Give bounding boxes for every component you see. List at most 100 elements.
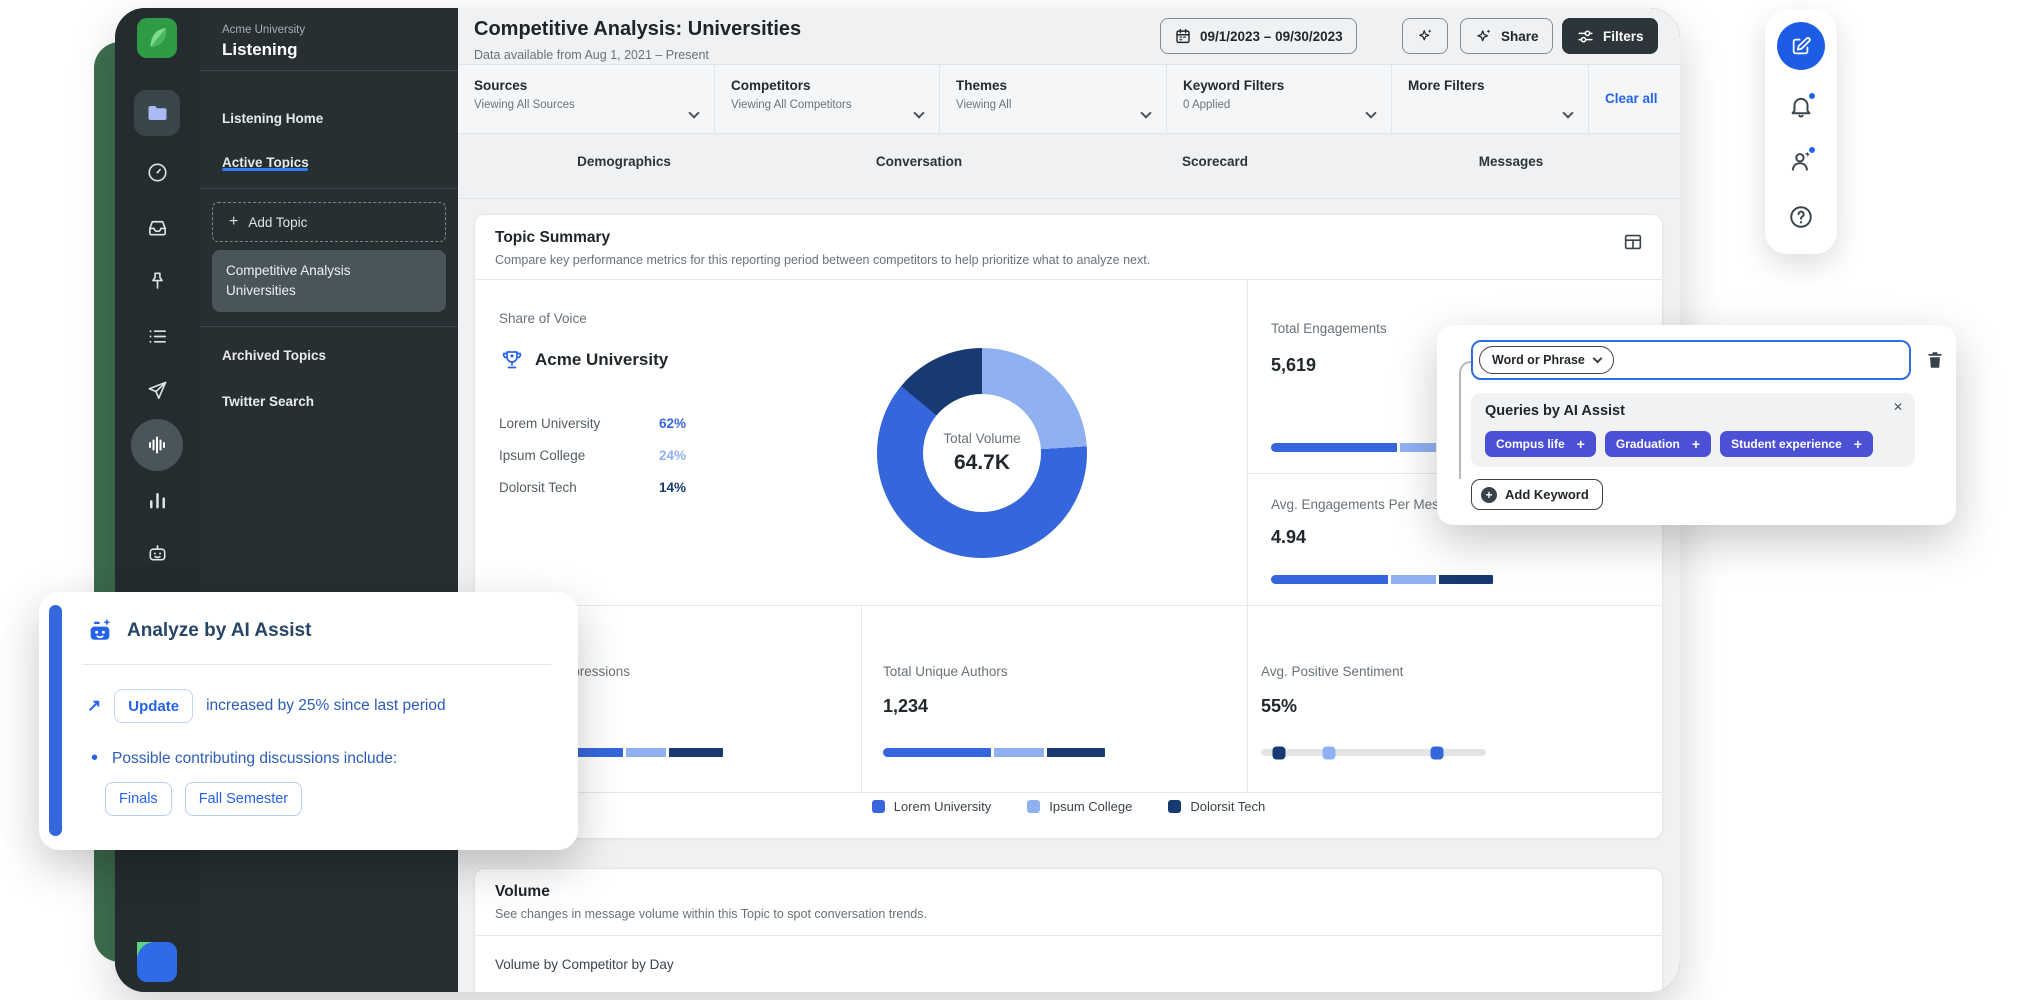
query-type-dropdown[interactable]: Word or Phrase — [1479, 346, 1614, 374]
compose-button[interactable] — [1777, 22, 1825, 70]
clear-all-button[interactable]: Clear all — [1605, 91, 1658, 106]
query-type-label: Word or Phrase — [1492, 353, 1585, 367]
help-button[interactable] — [1788, 204, 1814, 230]
share-button[interactable]: Share — [1460, 18, 1553, 54]
discussion-chip-finals[interactable]: Finals — [105, 782, 172, 816]
share-of-voice-label: Share of Voice — [499, 311, 587, 326]
legend-swatch — [1168, 800, 1181, 813]
legend-label: Lorem University — [894, 799, 992, 814]
accent-bar — [49, 605, 62, 836]
insight-row: ↗ Update increased by 25% since last per… — [87, 689, 446, 723]
keyword-query-input[interactable]: Word or Phrase — [1471, 340, 1911, 380]
filter-competitors[interactable]: Competitors Viewing All Competitors — [715, 65, 940, 133]
filter-keyword-filters[interactable]: Keyword Filters 0 Applied — [1167, 65, 1392, 133]
query-chip-student-experience[interactable]: Student experience + — [1720, 431, 1873, 457]
rail-inbox-button[interactable] — [134, 204, 180, 250]
rail-dashboard-button[interactable] — [134, 149, 180, 195]
filter-label: Themes — [956, 78, 1150, 93]
filter-themes[interactable]: Themes Viewing All — [940, 65, 1167, 133]
filter-sublabel: Viewing All Sources — [474, 99, 698, 111]
sidebar-item-listening-home[interactable]: Listening Home — [222, 111, 323, 126]
filters-button[interactable]: Filters — [1562, 18, 1658, 54]
table-icon — [1622, 231, 1644, 253]
trash-icon — [1924, 349, 1946, 371]
query-chip-graduation[interactable]: Graduation + — [1605, 431, 1711, 457]
add-topic-label: Add Topic — [248, 215, 307, 230]
card-title: Volume — [495, 883, 550, 901]
sentiment-slider[interactable] — [1261, 749, 1486, 756]
ai-assist-button[interactable] — [1402, 18, 1448, 54]
sidebar-item-competitive-analysis[interactable]: Competitive Analysis Universities — [212, 250, 446, 312]
topic-summary-card: Topic Summary Compare key performance me… — [474, 214, 1663, 839]
legend-label: Dolorsit Tech — [1190, 799, 1265, 814]
chip-label: Graduation — [1616, 437, 1680, 451]
tab-conversation[interactable]: Conversation — [876, 154, 962, 169]
table-view-button[interactable] — [1622, 231, 1644, 256]
rail-pin-button[interactable] — [134, 258, 180, 304]
bar-segment — [1047, 748, 1106, 757]
competitor-name: Lorem University — [499, 416, 659, 431]
rail-listening-button[interactable] — [131, 419, 183, 471]
share-of-voice-winner: Acme University — [499, 347, 668, 373]
divider — [475, 279, 1662, 280]
plus-icon: + — [229, 213, 238, 231]
rail-topics-button[interactable] — [134, 90, 180, 136]
sidebar-item-archived-topics[interactable]: Archived Topics — [222, 348, 326, 363]
list-icon — [146, 325, 169, 348]
tab-scorecard[interactable]: Scorecard — [1182, 154, 1248, 169]
rail-reports-button[interactable] — [134, 477, 180, 523]
rail-automation-button[interactable] — [134, 530, 180, 576]
filter-label: Sources — [474, 78, 698, 93]
delete-query-button[interactable] — [1924, 349, 1946, 374]
analyze-title: Analyze by AI Assist — [127, 620, 311, 642]
divider — [1247, 605, 1248, 792]
rail-list-button[interactable] — [134, 313, 180, 359]
filter-label: Competitors — [731, 78, 923, 93]
date-range-button[interactable]: 09/1/2023 – 09/30/2023 — [1160, 18, 1357, 54]
add-topic-button[interactable]: + Add Topic — [212, 202, 446, 242]
add-keyword-button[interactable]: + Add Keyword — [1471, 479, 1603, 510]
bar-segment — [669, 748, 723, 757]
plus-circle-icon: + — [1481, 487, 1497, 503]
notifications-button[interactable] — [1788, 94, 1814, 120]
divider — [1247, 279, 1248, 605]
competitor-share: 14% — [659, 480, 686, 495]
card-title: Topic Summary — [495, 229, 610, 247]
legend-item: Ipsum College — [1027, 799, 1132, 814]
filter-more-filters[interactable]: More Filters — [1392, 65, 1589, 133]
query-chip-campus-life[interactable]: Compus life + — [1485, 431, 1596, 457]
divider — [475, 605, 1662, 606]
chip-label: Student experience — [1731, 437, 1842, 451]
slider-marker[interactable] — [1273, 746, 1286, 759]
legend-swatch — [872, 800, 885, 813]
metric-label: Avg. Positive Sentiment — [1261, 664, 1403, 679]
ai-assist-icon — [85, 616, 115, 646]
discussion-chip-fall-semester[interactable]: Fall Semester — [185, 782, 302, 816]
tab-demographics[interactable]: Demographics — [577, 154, 671, 169]
notification-dot — [1807, 91, 1817, 101]
card-subtitle: Compare key performance metrics for this… — [495, 253, 1150, 267]
close-icon[interactable]: ✕ — [1893, 400, 1903, 414]
update-button[interactable]: Update — [114, 689, 193, 723]
chip-label: Compus life — [1496, 437, 1565, 451]
bar-segment — [1391, 575, 1436, 584]
competitor-name: Dolorsit Tech — [499, 480, 659, 495]
ai-queries-title: Queries by AI Assist — [1485, 403, 1625, 419]
product-name: Listening — [222, 40, 298, 60]
metric-label: Total Unique Authors — [883, 664, 1008, 679]
tab-messages[interactable]: Messages — [1479, 154, 1544, 169]
bar-segment — [994, 748, 1044, 757]
rail-publishing-button[interactable] — [134, 367, 180, 413]
slider-marker[interactable] — [1322, 746, 1335, 759]
feedback-button[interactable] — [1788, 148, 1814, 174]
metric-value: 5,619 — [1271, 355, 1316, 376]
slider-marker[interactable] — [1430, 746, 1443, 759]
legend-swatch — [1027, 800, 1040, 813]
insight-text: increased by 25% since last period — [206, 697, 446, 715]
filter-sources[interactable]: Sources Viewing All Sources — [458, 65, 715, 133]
legend-label: Ipsum College — [1049, 799, 1132, 814]
bot-icon — [146, 542, 169, 565]
filter-label: Keyword Filters — [1183, 78, 1375, 93]
sidebar-item-twitter-search[interactable]: Twitter Search — [222, 394, 314, 409]
discussions-text: Possible contributing discussions includ… — [112, 750, 397, 768]
